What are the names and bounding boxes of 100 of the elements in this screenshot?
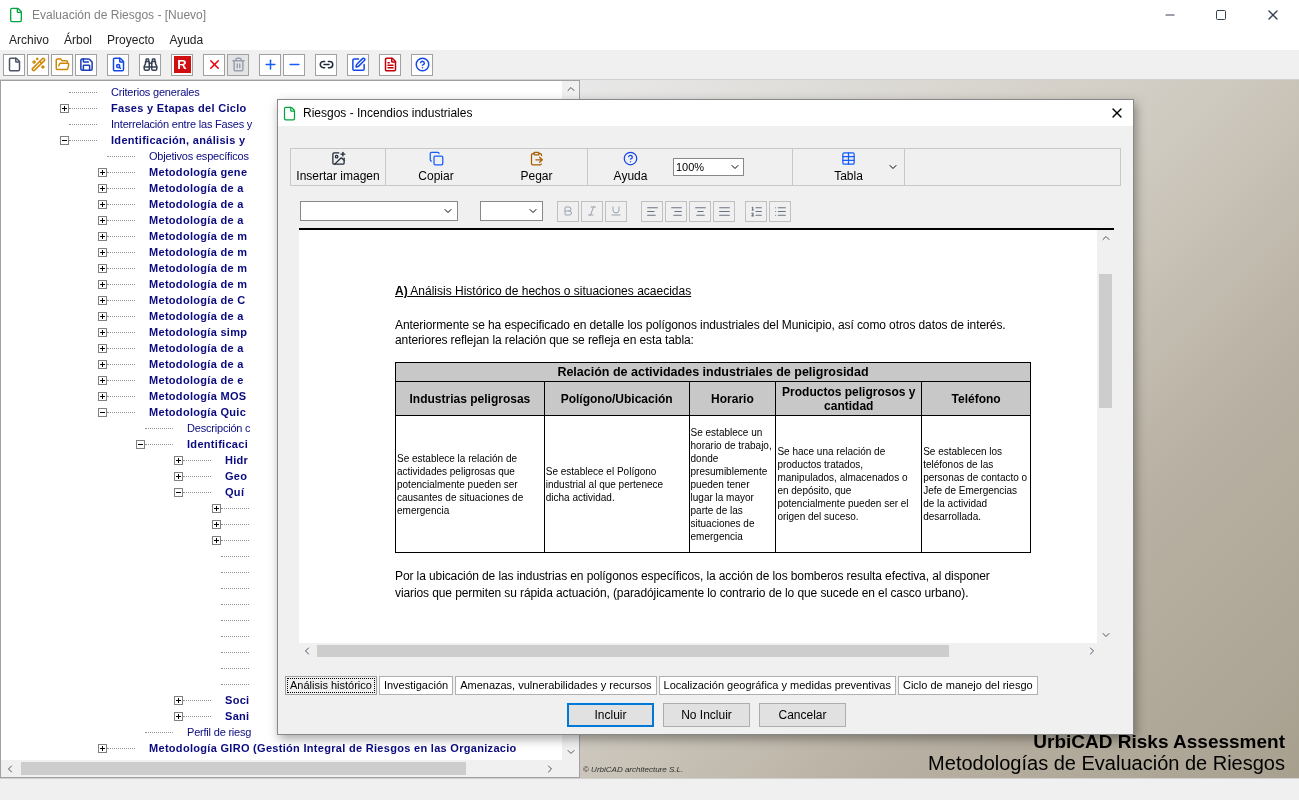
- expand-icon[interactable]: [60, 103, 69, 113]
- toolbar-button[interactable]: [75, 53, 97, 76]
- expand-icon[interactable]: [98, 327, 107, 337]
- tree-item[interactable]: Metodología gene: [149, 163, 248, 181]
- expand-icon[interactable]: [98, 183, 107, 193]
- expand-icon[interactable]: [98, 375, 107, 385]
- tree-item[interactable]: Metodología de a: [149, 211, 244, 229]
- toolbar-button[interactable]: [139, 53, 161, 76]
- dialog-button[interactable]: Cancelar: [759, 703, 846, 727]
- tree-item[interactable]: Identificaci: [187, 435, 249, 453]
- tree-item[interactable]: Metodología de a: [149, 339, 244, 357]
- font-select[interactable]: [300, 201, 458, 221]
- expand-icon[interactable]: [98, 199, 107, 209]
- report-tool-button[interactable]: R: [171, 53, 193, 76]
- copyright-text: © UrbiCAD architecture S.L.: [583, 764, 684, 776]
- toolbar-button[interactable]: [315, 53, 337, 76]
- tree-item[interactable]: Perfil de riesg: [187, 723, 252, 741]
- tree-item[interactable]: Metodología de m: [149, 275, 248, 293]
- tree-item[interactable]: Sani: [225, 707, 250, 725]
- tree-item[interactable]: Fases y Etapas del Ciclo: [111, 99, 247, 117]
- tree-item[interactable]: Criterios generales: [111, 83, 200, 101]
- table-button[interactable]: Tabla: [793, 149, 905, 185]
- tab[interactable]: Investigación: [378, 676, 454, 695]
- tree-item[interactable]: Metodología de a: [149, 179, 244, 197]
- tab[interactable]: Amenazas, vulnerabilidades y recursos: [455, 676, 657, 695]
- format-button[interactable]: [689, 200, 711, 222]
- toolbar-button[interactable]: [411, 53, 433, 76]
- font-size-select[interactable]: [480, 201, 543, 221]
- editor-tool-button[interactable]: Insertar imagen: [291, 149, 386, 185]
- tree-item[interactable]: Objetivos específicos: [149, 147, 249, 165]
- tab[interactable]: Análisis histórico: [285, 676, 377, 695]
- editor-tool-button[interactable]: Copiar: [386, 149, 486, 185]
- editor-tool-button[interactable]: Ayuda: [588, 149, 673, 185]
- menu-item[interactable]: Archivo: [9, 31, 49, 49]
- format-button[interactable]: [769, 200, 791, 222]
- expand-icon[interactable]: [98, 343, 107, 353]
- menu-item[interactable]: Árbol: [64, 31, 93, 49]
- tab[interactable]: Localización geográfica y medidas preventivas: [658, 676, 896, 695]
- maximize-icon[interactable]: [1215, 9, 1227, 21]
- expand-icon[interactable]: [98, 247, 107, 257]
- tree-item[interactable]: Quí: [225, 483, 245, 501]
- expand-icon[interactable]: [174, 695, 183, 705]
- dialog-button[interactable]: No Incluir: [663, 703, 750, 727]
- document-editor[interactable]: [299, 228, 1114, 659]
- expand-icon[interactable]: [212, 503, 221, 513]
- tree-item[interactable]: Metodología Quic: [149, 403, 247, 421]
- tree-item[interactable]: Metodología de C: [149, 291, 246, 309]
- tree-item[interactable]: Metodología GIRO (Gestión Integral de Riesgos en las Organizacio: [149, 739, 517, 757]
- format-button[interactable]: [665, 200, 687, 222]
- collapse-icon[interactable]: [136, 439, 145, 449]
- tab[interactable]: Ciclo de manejo del riesgo: [898, 676, 1038, 695]
- tree-item[interactable]: Hidr: [225, 451, 249, 469]
- tree-item[interactable]: Metodología de m: [149, 243, 248, 261]
- tree-item[interactable]: Metodología simp: [149, 323, 248, 341]
- expand-icon[interactable]: [98, 743, 107, 753]
- expand-icon[interactable]: [212, 519, 221, 529]
- expand-icon[interactable]: [98, 167, 107, 177]
- menu-item[interactable]: Ayuda: [169, 31, 204, 49]
- tree-item[interactable]: Metodología de m: [149, 227, 248, 245]
- tree-item[interactable]: Identificación, análisis y: [111, 131, 246, 149]
- expand-icon[interactable]: [98, 391, 107, 401]
- expand-icon[interactable]: [174, 455, 183, 465]
- expand-icon[interactable]: [98, 295, 107, 305]
- expand-icon[interactable]: [98, 231, 107, 241]
- expand-icon[interactable]: [98, 215, 107, 225]
- tree-item[interactable]: Metodología de e: [149, 371, 244, 389]
- scroll-thumb[interactable]: [21, 762, 466, 775]
- dialog-button[interactable]: Incluir: [567, 703, 654, 727]
- expand-icon[interactable]: [212, 535, 221, 545]
- format-button[interactable]: [713, 200, 735, 222]
- expand-icon[interactable]: [98, 263, 107, 273]
- format-button[interactable]: [745, 200, 767, 222]
- expand-icon[interactable]: [174, 711, 183, 721]
- toolbar-button[interactable]: [379, 53, 401, 76]
- collapse-icon[interactable]: [174, 487, 183, 497]
- toolbar-button[interactable]: [3, 53, 25, 76]
- toolbar-button[interactable]: [347, 53, 369, 76]
- tree-item[interactable]: Metodología MOS: [149, 387, 247, 405]
- tree-item[interactable]: Metodología de a: [149, 307, 244, 325]
- format-button[interactable]: [641, 200, 663, 222]
- expand-icon[interactable]: [174, 471, 183, 481]
- expand-icon[interactable]: [98, 279, 107, 289]
- expand-icon[interactable]: [98, 359, 107, 369]
- tree-item[interactable]: Descripción c: [187, 419, 251, 437]
- scroll-thumb[interactable]: [1099, 274, 1112, 408]
- tree-item[interactable]: Geo: [225, 467, 248, 485]
- toolbar-button[interactable]: [107, 53, 129, 76]
- tree-item[interactable]: Soci: [225, 691, 250, 709]
- tree-item[interactable]: Metodología de m: [149, 259, 248, 277]
- menu-item[interactable]: Proyecto: [107, 31, 155, 49]
- collapse-icon[interactable]: [98, 407, 107, 417]
- tree-item[interactable]: Metodología de a: [149, 355, 244, 373]
- tree-item[interactable]: Interrelación entre las Fases y: [111, 115, 253, 133]
- zoom-select[interactable]: 100%: [673, 158, 744, 176]
- tree-item[interactable]: Metodología de a: [149, 195, 244, 213]
- scroll-thumb[interactable]: [317, 645, 949, 657]
- editor-tool-button[interactable]: Pegar: [486, 149, 588, 185]
- dialog-title: Riesgos - Incendios industriales: [303, 105, 473, 122]
- collapse-icon[interactable]: [60, 135, 69, 145]
- expand-icon[interactable]: [98, 311, 107, 321]
